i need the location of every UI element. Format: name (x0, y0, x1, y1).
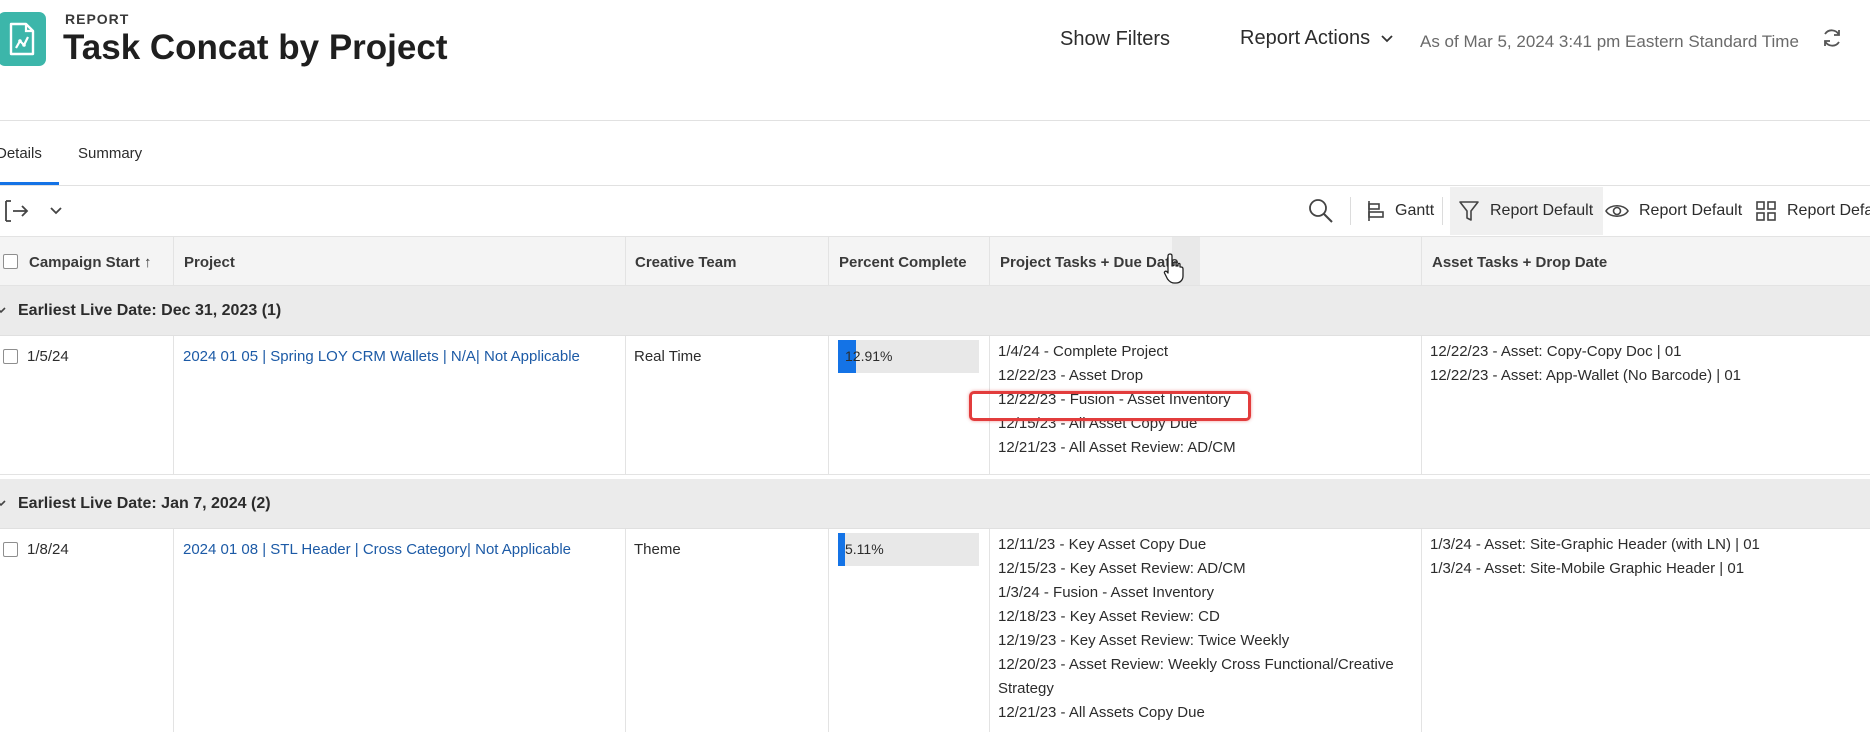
report-actions-label: Report Actions (1240, 27, 1371, 49)
asset-tasks-list: 1/3/24 - Asset: Site-Graphic Header (wit… (1430, 533, 1760, 581)
task-line: 12/22/23 - Asset: App-Wallet (No Barcode… (1430, 367, 1742, 384)
task-line: 12/22/23 - Asset Drop (998, 367, 1144, 384)
column-divider (625, 336, 626, 475)
group-label: Earliest Live Date: Dec 31, 2023 (1) (18, 302, 282, 319)
group-row[interactable]: Earliest Live Date: Dec 31, 2023 (1) (0, 286, 1870, 336)
campaign-start-cell: 1/8/24 (27, 541, 69, 558)
column-divider (1421, 237, 1422, 285)
column-header-project[interactable]: Project (184, 254, 235, 271)
filter-label: Report Default (1490, 202, 1594, 219)
campaign-start-cell: 1/5/24 (27, 348, 69, 365)
tab-details[interactable]: Details (0, 145, 42, 162)
tab-summary[interactable]: Summary (78, 145, 142, 162)
task-line: 12/18/23 - Key Asset Review: CD (998, 608, 1220, 625)
column-divider (173, 529, 174, 732)
project-link[interactable]: 2024 01 05 | Spring LOY CRM Wallets | N/… (183, 348, 580, 365)
report-header: REPORT Task Concat by Project Show Filte… (0, 0, 1870, 121)
gantt-icon (1368, 201, 1384, 221)
refresh-icon[interactable] (1820, 26, 1844, 50)
row-checkbox[interactable] (3, 349, 18, 364)
task-line: 1/4/24 - Complete Project (998, 343, 1169, 360)
column-divider (828, 237, 829, 285)
filter-dropdown[interactable]: Report Default (1450, 187, 1604, 235)
column-header-campaign-start[interactable]: Campaign Start ↑ (29, 254, 152, 271)
column-divider (828, 336, 829, 475)
gantt-button[interactable]: Gantt (1365, 187, 1434, 235)
column-header-creative-team[interactable]: Creative Team (635, 254, 736, 271)
table-row: 1/8/24 2024 01 08 | STL Header | Cross C… (0, 529, 1870, 732)
task-line: 12/21/23 - All Asset Review: AD/CM (998, 439, 1236, 456)
percent-complete-value: 5.11% (845, 541, 884, 557)
highlight-annotation-box (969, 391, 1251, 421)
grid-icon (1756, 201, 1776, 221)
view-dropdown[interactable]: Report Default (1605, 187, 1742, 235)
report-kicker: REPORT (65, 11, 130, 27)
task-line: Strategy (998, 680, 1054, 697)
eye-icon (1605, 204, 1629, 218)
select-all-checkbox[interactable] (3, 254, 18, 269)
task-line: 1/3/24 - Asset: Site-Graphic Header (wit… (1430, 536, 1760, 553)
column-divider (1421, 336, 1422, 475)
column-divider (625, 529, 626, 732)
as-of-timestamp: As of Mar 5, 2024 3:41 pm Eastern Standa… (1420, 32, 1799, 51)
task-line: 1/3/24 - Asset: Site-Mobile Graphic Head… (1430, 560, 1745, 577)
grouping-dropdown[interactable]: Report Defau (1755, 187, 1870, 235)
column-header-asset-tasks[interactable]: Asset Tasks + Drop Date (1432, 254, 1607, 271)
report-actions-menu[interactable]: Report Actions (1240, 27, 1394, 50)
task-line: 12/19/23 - Key Asset Review: Twice Weekl… (998, 632, 1290, 649)
column-divider (173, 336, 174, 475)
column-divider (828, 529, 829, 732)
column-header-percent-complete[interactable]: Percent Complete (839, 254, 967, 271)
report-chart-icon (0, 12, 46, 66)
task-line: 12/15/23 - Key Asset Review: AD/CM (998, 560, 1246, 577)
row-checkbox[interactable] (3, 542, 18, 557)
column-divider (173, 237, 174, 285)
page-title: Task Concat by Project (63, 28, 448, 67)
table-row: 1/5/24 2024 01 05 | Spring LOY CRM Walle… (0, 336, 1870, 475)
task-line: 12/22/23 - Asset: Copy-Copy Doc | 01 (1430, 343, 1682, 360)
chevron-down-icon[interactable] (49, 204, 63, 218)
creative-team-cell: Real Time (634, 348, 702, 365)
task-line: 12/11/23 - Key Asset Copy Due (998, 536, 1207, 553)
project-tasks-list: 12/11/23 - Key Asset Copy Due 12/15/23 - … (998, 533, 1394, 725)
chevron-down-icon[interactable] (0, 305, 6, 315)
column-divider (989, 529, 990, 732)
toolbar-divider (1350, 197, 1351, 225)
creative-team-cell: Theme (634, 541, 681, 558)
table-header: Campaign Start ↑ Project Creative Team P… (0, 236, 1870, 286)
column-divider (625, 237, 626, 285)
project-link[interactable]: 2024 01 08 | STL Header | Cross Category… (183, 541, 571, 558)
task-line: 1/3/24 - Fusion - Asset Inventory (998, 584, 1214, 601)
toolbar-divider (1442, 197, 1443, 225)
tab-active-underline (0, 182, 59, 185)
percent-complete-value: 12.91% (845, 348, 893, 364)
percent-complete-bar: 12.91% (838, 340, 979, 373)
filter-icon (1459, 201, 1479, 221)
column-header-project-tasks[interactable]: Project Tasks + Due Date (1000, 254, 1179, 271)
chevron-down-icon (1381, 34, 1393, 42)
column-divider (989, 237, 990, 285)
group-row[interactable]: Earliest Live Date: Jan 7, 2024 (2) (0, 479, 1870, 529)
task-line: 12/21/23 - All Assets Copy Due (998, 704, 1205, 721)
search-icon[interactable] (1307, 197, 1335, 225)
percent-complete-bar: 5.11% (838, 533, 979, 566)
view-label: Report Default (1639, 202, 1743, 219)
show-filters-button[interactable]: Show Filters (1060, 28, 1170, 51)
gantt-label: Gantt (1395, 202, 1435, 219)
grouping-label: Report Defau (1787, 202, 1870, 219)
group-label: Earliest Live Date: Jan 7, 2024 (2) (18, 495, 271, 512)
tab-bar: Details Summary (0, 122, 1870, 186)
hand-cursor-icon (1163, 253, 1184, 284)
column-divider (1421, 529, 1422, 732)
collapse-panel-icon[interactable] (4, 199, 30, 223)
report-toolbar: Gantt Report Default Report Default Repo… (0, 187, 1870, 235)
asset-tasks-list: 12/22/23 - Asset: Copy-Copy Doc | 01 12/2… (1430, 340, 1741, 388)
task-line: 12/20/23 - Asset Review: Weekly Cross Fu… (998, 656, 1394, 673)
chevron-down-icon[interactable] (0, 498, 6, 508)
